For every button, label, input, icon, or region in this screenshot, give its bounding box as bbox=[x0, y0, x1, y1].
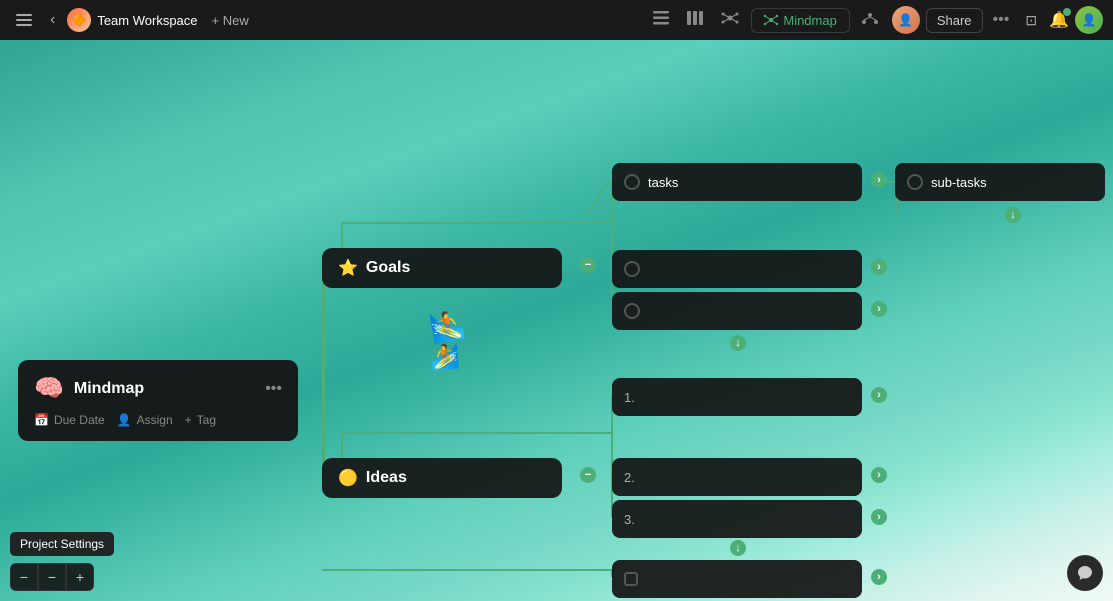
bottom-checkbox[interactable] bbox=[624, 572, 638, 586]
mindmap-view-button[interactable] bbox=[715, 7, 745, 33]
assign-action[interactable]: 👤 Assign bbox=[117, 413, 173, 427]
tag-action[interactable]: + Tag bbox=[185, 413, 216, 427]
mindmap-card: 🧠 Mindmap ••• 📅 Due Date 👤 Assign + Tag bbox=[18, 360, 298, 441]
assign-icon: 👤 bbox=[117, 413, 132, 427]
goals-label: Goals bbox=[366, 259, 410, 277]
goals-child3-node[interactable] bbox=[612, 292, 862, 330]
current-user-avatar-image: 👤 bbox=[1075, 6, 1103, 34]
ideas-item3-node[interactable]: 3. bbox=[612, 500, 862, 538]
subtasks-node[interactable]: sub-tasks bbox=[895, 163, 1105, 201]
goals-child2-connector[interactable]: › bbox=[871, 259, 887, 275]
ideas-item2-label: 2. bbox=[624, 470, 635, 485]
more-options-button[interactable]: ••• bbox=[989, 9, 1014, 31]
back-button[interactable]: ‹ bbox=[44, 7, 61, 33]
ideas-item2-connector[interactable]: › bbox=[871, 467, 887, 483]
notification-icon[interactable]: 🔔 bbox=[1049, 10, 1069, 30]
navbar-right: 👤 Share ••• ⊡ 🔔 👤 bbox=[892, 6, 1103, 34]
subtasks-circle bbox=[907, 174, 923, 190]
avatar-image: 👤 bbox=[892, 6, 920, 34]
card-more-button[interactable]: ••• bbox=[265, 380, 282, 398]
surfer-decoration: 🏄 bbox=[430, 310, 450, 360]
network-view-button[interactable] bbox=[856, 7, 884, 33]
tasks-node[interactable]: tasks bbox=[612, 163, 862, 201]
ideas-item3-connector[interactable]: › bbox=[871, 509, 887, 525]
navbar-center: Mindmap bbox=[647, 7, 883, 33]
ideas-item1-connector[interactable]: › bbox=[871, 387, 887, 403]
ideas-connector-minus[interactable]: − bbox=[580, 467, 596, 483]
workspace-logo: 🔶 bbox=[67, 8, 91, 32]
project-settings-tooltip: Project Settings bbox=[10, 532, 114, 556]
window-button[interactable]: ⊡ bbox=[1019, 8, 1043, 33]
share-button[interactable]: Share bbox=[926, 8, 983, 33]
goals-child2-node[interactable] bbox=[612, 250, 862, 288]
connector-lines bbox=[0, 40, 1113, 601]
ideas-label: Ideas bbox=[366, 469, 407, 487]
zoom-minus2-button[interactable]: − bbox=[38, 563, 66, 591]
goals-child3-connector[interactable]: › bbox=[871, 301, 887, 317]
assign-label: Assign bbox=[137, 413, 173, 427]
goals-down-connector[interactable]: ↓ bbox=[730, 335, 746, 351]
list-view-button[interactable] bbox=[647, 7, 675, 33]
tag-label: Tag bbox=[197, 413, 216, 427]
workspace-title: Team Workspace bbox=[97, 13, 197, 28]
zoom-controls: − − + bbox=[10, 563, 94, 591]
due-date-action[interactable]: 📅 Due Date bbox=[34, 413, 105, 427]
bottom-check-node[interactable] bbox=[612, 560, 862, 598]
top-navbar: ‹ 🔶 Team Workspace + New bbox=[0, 0, 1113, 40]
bottom-check-connector[interactable]: › bbox=[871, 569, 887, 585]
chat-button[interactable] bbox=[1067, 555, 1103, 591]
canvas-area: 🏄 ⭐ Goals − tasks bbox=[0, 40, 1113, 601]
new-button[interactable]: + New bbox=[204, 9, 257, 32]
ideas-item1-label: 1. bbox=[624, 390, 635, 405]
tasks-circle bbox=[624, 174, 640, 190]
mindmap-label: Mindmap bbox=[783, 13, 836, 28]
board-view-button[interactable] bbox=[681, 7, 709, 33]
project-settings-label: Project Settings bbox=[20, 537, 104, 551]
goals-child2-circle bbox=[624, 261, 640, 277]
current-user-avatar[interactable]: 👤 bbox=[1075, 6, 1103, 34]
ideas-down-connector[interactable]: ↓ bbox=[730, 540, 746, 556]
notification-dot bbox=[1063, 8, 1071, 16]
card-icon: 🧠 bbox=[34, 374, 64, 403]
tasks-connector[interactable]: › bbox=[871, 172, 887, 188]
card-actions: 📅 Due Date 👤 Assign + Tag bbox=[34, 413, 282, 427]
card-header: 🧠 Mindmap ••• bbox=[34, 374, 282, 403]
tag-icon: + bbox=[185, 413, 192, 427]
due-date-icon: 📅 bbox=[34, 413, 49, 427]
active-mindmap-button[interactable]: Mindmap bbox=[751, 8, 849, 33]
navbar-left: ‹ 🔶 Team Workspace + New bbox=[10, 7, 639, 33]
subtasks-down-connector[interactable]: ↓ bbox=[1005, 207, 1021, 223]
due-date-label: Due Date bbox=[54, 413, 105, 427]
zoom-minus-button[interactable]: − bbox=[10, 563, 38, 591]
subtasks-label: sub-tasks bbox=[931, 175, 987, 190]
ideas-item1-node[interactable]: 1. bbox=[612, 378, 862, 416]
user-avatar[interactable]: 👤 bbox=[892, 6, 920, 34]
goals-node[interactable]: ⭐ Goals bbox=[322, 248, 562, 288]
ideas-item3-label: 3. bbox=[624, 512, 635, 527]
zoom-plus-button[interactable]: + bbox=[66, 563, 94, 591]
goals-connector-minus[interactable]: − bbox=[580, 257, 596, 273]
goals-child3-circle bbox=[624, 303, 640, 319]
menu-button[interactable] bbox=[10, 10, 38, 30]
ideas-node[interactable]: 🟡 Ideas bbox=[322, 458, 562, 498]
card-title: Mindmap bbox=[74, 380, 255, 398]
tasks-label: tasks bbox=[648, 175, 678, 190]
ideas-item2-node[interactable]: 2. bbox=[612, 458, 862, 496]
